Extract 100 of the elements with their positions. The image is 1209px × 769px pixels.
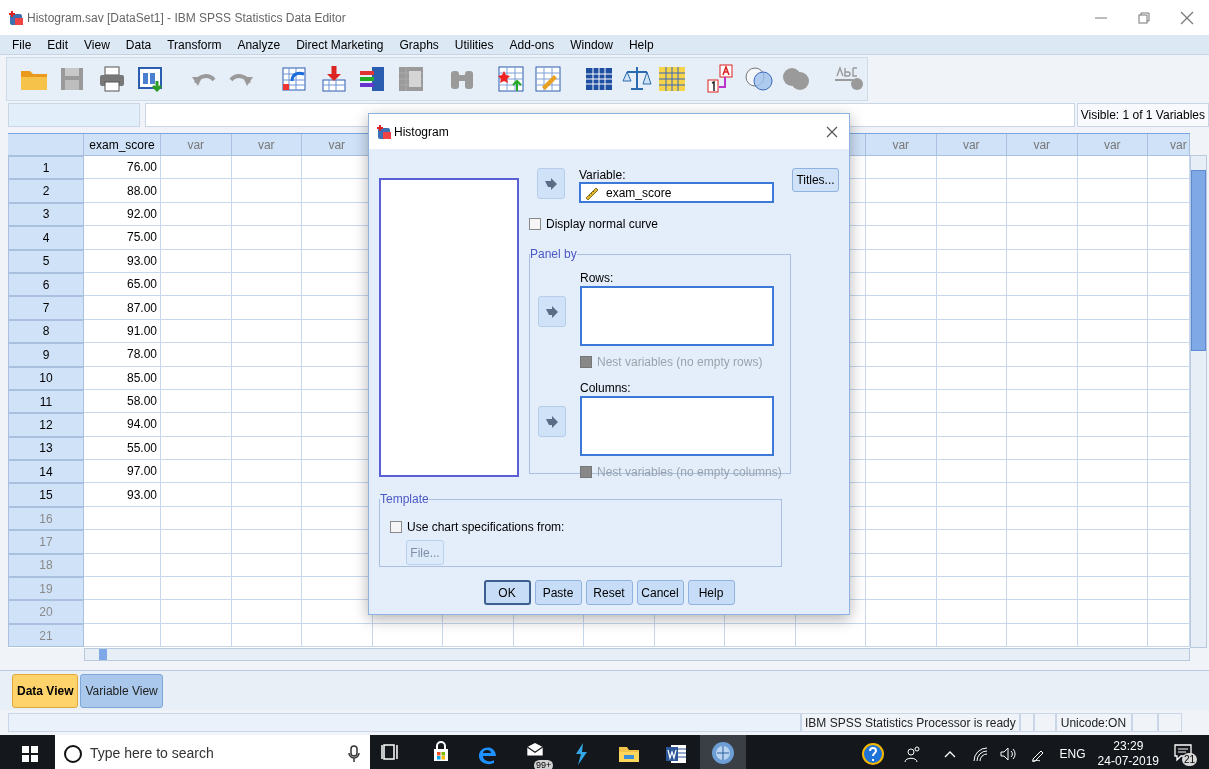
table-cell[interactable] <box>654 623 725 648</box>
table-cell[interactable] <box>1077 319 1148 344</box>
table-cell[interactable] <box>1077 600 1148 624</box>
table-cell[interactable] <box>936 272 1007 297</box>
table-cell[interactable] <box>161 366 232 390</box>
table-cell[interactable] <box>1007 530 1078 554</box>
table-cell[interactable]: 97.00 <box>84 460 161 484</box>
row-header[interactable]: 12 <box>8 413 84 437</box>
table-cell[interactable] <box>936 296 1007 320</box>
table-cell[interactable] <box>302 623 373 648</box>
table-cell[interactable] <box>161 202 232 227</box>
menu-item[interactable]: Help <box>620 35 662 54</box>
row-header[interactable]: 15 <box>8 483 84 507</box>
variable-field[interactable]: exam_score <box>579 182 774 203</box>
table-cell[interactable] <box>161 272 232 297</box>
table-cell[interactable] <box>161 530 232 554</box>
cell-name-field[interactable] <box>8 103 140 127</box>
table-cell[interactable] <box>84 577 161 601</box>
table-cell[interactable] <box>1077 530 1148 554</box>
menu-item[interactable]: Data <box>117 35 160 54</box>
table-cell[interactable] <box>84 600 161 624</box>
table-cell[interactable] <box>936 460 1007 484</box>
table-cell[interactable] <box>936 553 1007 578</box>
menu-item[interactable]: File <box>4 35 40 54</box>
table-cell[interactable] <box>161 483 232 507</box>
table-cell[interactable] <box>231 296 302 320</box>
table-cell[interactable] <box>866 272 937 297</box>
table-cell[interactable] <box>866 389 937 414</box>
table-cell[interactable] <box>866 530 937 554</box>
table-cell[interactable]: 78.00 <box>84 343 161 367</box>
row-header[interactable]: 9 <box>8 343 84 367</box>
table-cell[interactable] <box>866 156 937 180</box>
table-cell[interactable] <box>161 343 232 367</box>
table-cell[interactable] <box>231 202 302 227</box>
table-cell[interactable] <box>1007 389 1078 414</box>
table-cell[interactable] <box>1007 202 1078 227</box>
view-tab[interactable]: Data View <box>12 673 79 708</box>
table-cell[interactable] <box>84 506 161 531</box>
move-arrow-button[interactable] <box>537 168 565 199</box>
table-cell[interactable] <box>231 343 302 367</box>
table-cell[interactable] <box>936 389 1007 414</box>
table-cell[interactable] <box>1077 156 1148 180</box>
column-header[interactable]: var <box>1007 134 1078 156</box>
table-cell[interactable] <box>936 319 1007 344</box>
table-cell[interactable] <box>231 319 302 344</box>
menu-item[interactable]: Window <box>562 35 621 54</box>
row-header[interactable]: 6 <box>8 272 84 297</box>
table-cell[interactable] <box>1007 226 1078 250</box>
column-header[interactable]: var <box>866 134 937 156</box>
row-header[interactable]: 11 <box>8 389 84 414</box>
table-cell[interactable] <box>866 483 937 507</box>
target-variable-box[interactable] <box>580 286 774 346</box>
table-cell[interactable] <box>161 436 232 461</box>
table-cell[interactable] <box>1007 156 1078 180</box>
checkbox[interactable] <box>529 218 541 230</box>
table-cell[interactable] <box>1007 272 1078 297</box>
menu-item[interactable]: Direct Marketing <box>288 35 392 54</box>
column-header[interactable]: var <box>231 134 302 156</box>
table-cell[interactable] <box>1007 436 1078 461</box>
globe-icon[interactable] <box>710 739 736 766</box>
table-cell[interactable] <box>866 366 937 390</box>
speaker-icon[interactable] <box>999 745 1016 762</box>
table-cell[interactable] <box>231 272 302 297</box>
table-cell[interactable] <box>161 506 232 531</box>
target-variable-box[interactable] <box>580 396 774 456</box>
table-cell[interactable] <box>231 530 302 554</box>
table-cell[interactable] <box>161 600 232 624</box>
table-cell[interactable] <box>161 249 232 273</box>
table-cell[interactable] <box>936 156 1007 180</box>
dialog-button[interactable]: Help <box>687 580 735 605</box>
table-cell[interactable] <box>161 156 232 180</box>
table-cell[interactable] <box>1077 366 1148 390</box>
menu-item[interactable]: Transform <box>159 35 230 54</box>
table-cell[interactable]: 75.00 <box>84 226 161 250</box>
table-cell[interactable]: 92.00 <box>84 202 161 227</box>
menu-item[interactable]: Analyze <box>229 35 289 54</box>
table-cell[interactable] <box>161 577 232 601</box>
table-cell[interactable] <box>866 226 937 250</box>
table-cell[interactable] <box>1007 506 1078 531</box>
table-cell[interactable] <box>866 319 937 344</box>
table-cell[interactable] <box>1077 226 1148 250</box>
table-cell[interactable] <box>1077 577 1148 601</box>
table-cell[interactable] <box>231 436 302 461</box>
table-cell[interactable] <box>161 319 232 344</box>
table-cell[interactable] <box>936 249 1007 273</box>
table-cell[interactable] <box>161 460 232 484</box>
vertical-scrollbar[interactable] <box>1190 155 1207 648</box>
table-cell[interactable] <box>231 506 302 531</box>
restore-icon[interactable] <box>1136 9 1152 26</box>
horizontal-scrollbar[interactable] <box>84 648 1190 661</box>
table-cell[interactable] <box>866 623 937 648</box>
table-cell[interactable] <box>866 179 937 203</box>
table-cell[interactable] <box>1077 296 1148 320</box>
table-cell[interactable] <box>231 600 302 624</box>
row-header[interactable]: 7 <box>8 296 84 320</box>
table-cell[interactable] <box>936 483 1007 507</box>
dialog-button[interactable]: Reset <box>585 580 633 605</box>
column-header[interactable]: var <box>1148 134 1190 156</box>
table-cell[interactable]: 85.00 <box>84 366 161 390</box>
table-cell[interactable] <box>1007 600 1078 624</box>
